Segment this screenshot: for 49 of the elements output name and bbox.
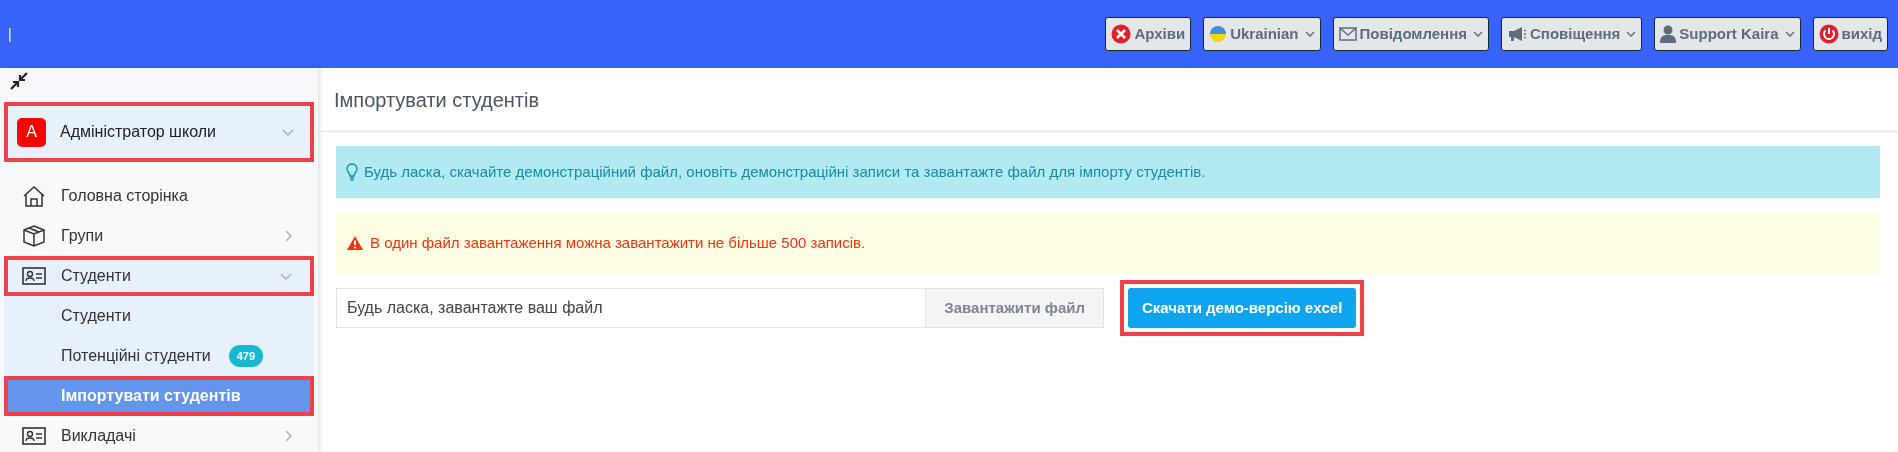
- megaphone-icon: [1507, 26, 1527, 42]
- count-badge: 479: [228, 344, 264, 368]
- menu-label: Викладачі: [61, 426, 136, 446]
- caret-icon: [1473, 31, 1483, 37]
- warning-icon: [346, 235, 364, 251]
- menu-item[interactable]: Головна сторінка: [4, 176, 314, 216]
- menu-label: Студенти: [61, 306, 131, 326]
- profile-name: Адміністратор школи: [60, 122, 216, 142]
- menu-label: Імпортувати студентів: [61, 386, 241, 406]
- collapse-icon[interactable]: [9, 72, 29, 90]
- profile-menu[interactable]: А Адміністратор школи: [4, 102, 314, 162]
- flag-icon: [1209, 24, 1228, 44]
- id-card-icon: [22, 265, 46, 287]
- messages-button[interactable]: Повідомлення: [1332, 17, 1489, 51]
- user-button[interactable]: Support Kaira: [1654, 17, 1801, 51]
- file-input-field[interactable]: Будь ласка, завантажте ваш файл Завантажити файл: [336, 288, 1104, 328]
- alert-text: В один файл завантаження можна завантажити не більше 500 записів.: [370, 232, 866, 253]
- envelope-icon: [1338, 27, 1357, 41]
- submenu-item[interactable]: Потенційні студенти 479: [4, 336, 314, 376]
- caret-icon: [1784, 31, 1795, 37]
- archive-button[interactable]: Архіви: [1105, 17, 1192, 51]
- home-icon: [22, 185, 46, 207]
- menu-item[interactable]: Викладачі: [4, 416, 314, 452]
- page-title: Імпортувати студентів: [334, 87, 540, 113]
- avatar: А: [17, 117, 46, 147]
- menu-label: Групи: [61, 226, 104, 246]
- menu-item[interactable]: Студенти: [4, 256, 314, 296]
- header-text: |: [8, 24, 12, 44]
- menu-label: Студенти: [61, 266, 131, 286]
- download-button[interactable]: Скачати демо-версію excel: [1128, 288, 1357, 328]
- notifications-button[interactable]: Сповіщення: [1501, 17, 1643, 51]
- user-icon: [1660, 25, 1677, 43]
- id-card-icon: [22, 425, 46, 447]
- menu-label: Потенційні студенти: [61, 346, 211, 366]
- box-icon: [22, 225, 46, 247]
- alert-text: Будь ласка, скачайте демонстраційний файл, оновіть демонстраційні записи та завантажте файл для імпорту студентів.: [364, 161, 1206, 182]
- caret-icon: [1304, 31, 1315, 37]
- caret-icon: [1626, 31, 1637, 37]
- power-icon: [1818, 24, 1839, 44]
- lightbulb-icon: [346, 163, 358, 181]
- close-icon: [1111, 24, 1132, 44]
- menu-label: Головна сторінка: [61, 186, 188, 206]
- language-button[interactable]: Ukrainian: [1203, 17, 1321, 51]
- submenu-item[interactable]: Студенти: [4, 296, 314, 336]
- submenu-item[interactable]: Імпортувати студентів: [4, 376, 314, 416]
- upload-button[interactable]: Завантажити файл: [925, 289, 1103, 327]
- logout-button[interactable]: вихід: [1812, 17, 1888, 51]
- chevron-down-icon: [282, 128, 294, 136]
- menu-item[interactable]: Групи: [4, 216, 314, 256]
